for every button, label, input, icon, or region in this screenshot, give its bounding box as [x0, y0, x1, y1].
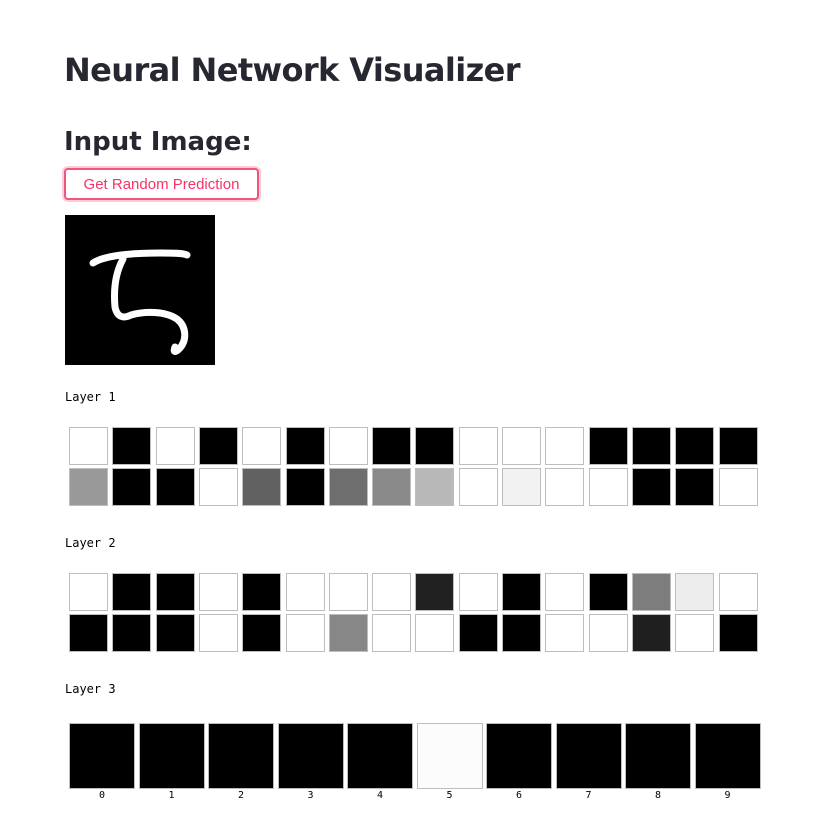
- output-class-label: 6: [515, 790, 523, 801]
- layer-1-neuron-cell: [285, 468, 325, 506]
- layer-2-neuron-cell: [718, 573, 758, 611]
- layer-2-label: Layer 2: [65, 536, 116, 550]
- layer-1-neuron-cell: [69, 427, 108, 465]
- layer-1-neuron-cell: [415, 427, 455, 465]
- layer-2-neuron-cell: [458, 573, 498, 611]
- output-neuron-cell: [416, 723, 483, 789]
- layer-1-neuron-cell: [631, 468, 671, 506]
- layer-1-neuron-cell: [502, 468, 541, 506]
- layer-1-neuron-cell: [69, 468, 108, 506]
- layer-2-neuron-cell: [285, 573, 325, 611]
- output-class-label: 9: [724, 790, 731, 801]
- layer-2-neuron-cell: [545, 573, 585, 611]
- layer-2-neuron-cell: [458, 614, 498, 652]
- layer-1-neuron-cell: [155, 427, 195, 465]
- layer-2-neuron-cell: [372, 614, 412, 652]
- layer-1-neuron-cell: [675, 468, 715, 506]
- handwritten-digit-icon: [89, 249, 191, 355]
- layer-1-neuron-cell: [458, 468, 498, 506]
- layer-1-neuron-cell: [328, 468, 368, 506]
- layer-1-neuron-cell: [285, 427, 325, 465]
- output-neuron-cell: [69, 723, 135, 789]
- layer-2-neuron-cell: [242, 614, 282, 652]
- output-neuron-cell: [486, 723, 552, 789]
- layer-1-neuron-cell: [328, 427, 368, 465]
- layer-2-neuron-cell: [69, 614, 108, 652]
- layer-1-label: Layer 1: [65, 390, 116, 404]
- output-neuron-cell: [694, 723, 761, 789]
- layer-1-neuron-cell: [545, 468, 585, 506]
- layer-2-neuron-cell: [675, 573, 715, 611]
- layer-1-neuron-cell: [242, 427, 282, 465]
- layer-2-neuron-cell: [502, 614, 541, 652]
- layer-1-neuron-cell: [198, 427, 238, 465]
- output-class-label: 7: [585, 790, 592, 801]
- layer-1-neuron-cell: [718, 468, 758, 506]
- layer-2-neuron-cell: [155, 573, 195, 611]
- page-title: Neural Network Visualizer: [64, 51, 521, 89]
- layer-2-neuron-cell: [718, 614, 758, 652]
- layer-2-neuron-cell: [631, 573, 671, 611]
- output-class-label: 3: [307, 790, 314, 801]
- output-neuron-cell: [625, 723, 691, 789]
- layer-1-neuron-cell: [242, 468, 282, 506]
- layer-1-neuron-cell: [588, 427, 628, 465]
- output-class-label: 2: [237, 790, 245, 801]
- output-neuron-cell: [138, 723, 205, 789]
- layer-1-neuron-cell: [502, 427, 541, 465]
- output-neuron-cell: [347, 723, 413, 789]
- layer-2-neuron-cell: [328, 614, 368, 652]
- output-class-label: 1: [168, 790, 175, 801]
- output-class-label: 0: [98, 790, 106, 801]
- layer-2-neuron-cell: [155, 614, 195, 652]
- layer-2-neuron-cell: [198, 614, 238, 652]
- output-class-label: 5: [446, 790, 453, 801]
- get-random-prediction-button[interactable]: Get Random Prediction: [64, 168, 259, 200]
- layer-1-neuron-cell: [545, 427, 585, 465]
- layer-2-neuron-cell: [631, 614, 671, 652]
- layer-1-neuron-cell: [718, 427, 758, 465]
- layer-2-neuron-cell: [285, 614, 325, 652]
- output-neuron-cell: [277, 723, 344, 789]
- layer-2-neuron-cell: [502, 573, 541, 611]
- layer-3-label: Layer 3: [65, 682, 116, 696]
- layer-1-neuron-cell: [112, 468, 152, 506]
- layer-2-neuron-cell: [112, 573, 152, 611]
- layer-2-neuron-cell: [588, 573, 628, 611]
- output-neuron-cell: [208, 723, 274, 789]
- layer-1-neuron-cell: [155, 468, 195, 506]
- layer-1-neuron-cell: [415, 468, 455, 506]
- layer-2-neuron-cell: [242, 573, 282, 611]
- layer-1-neuron-cell: [112, 427, 152, 465]
- layer-2-neuron-cell: [588, 614, 628, 652]
- input-digit-image: [65, 215, 215, 365]
- layer-2-neuron-cell: [328, 573, 368, 611]
- layer-2-neuron-cell: [675, 614, 715, 652]
- layer-1-neuron-cell: [458, 427, 498, 465]
- layer-1-neuron-cell: [588, 468, 628, 506]
- layer-2-neuron-cell: [415, 614, 455, 652]
- input-image-subheader: Input Image:: [64, 127, 252, 157]
- output-neuron-cell: [555, 723, 622, 789]
- layer-2-neuron-cell: [415, 573, 455, 611]
- layer-1-neuron-cell: [631, 427, 671, 465]
- layer-2-neuron-cell: [112, 614, 152, 652]
- layer-1-neuron-cell: [372, 427, 412, 465]
- layer-1-neuron-cell: [198, 468, 238, 506]
- layer-1-neuron-cell: [675, 427, 715, 465]
- layer-2-neuron-cell: [372, 573, 412, 611]
- layer-1-neuron-cell: [372, 468, 412, 506]
- output-class-label: 4: [376, 790, 384, 801]
- layer-2-neuron-cell: [198, 573, 238, 611]
- layer-2-neuron-cell: [545, 614, 585, 652]
- output-class-label: 8: [654, 790, 662, 801]
- layer-2-neuron-cell: [69, 573, 108, 611]
